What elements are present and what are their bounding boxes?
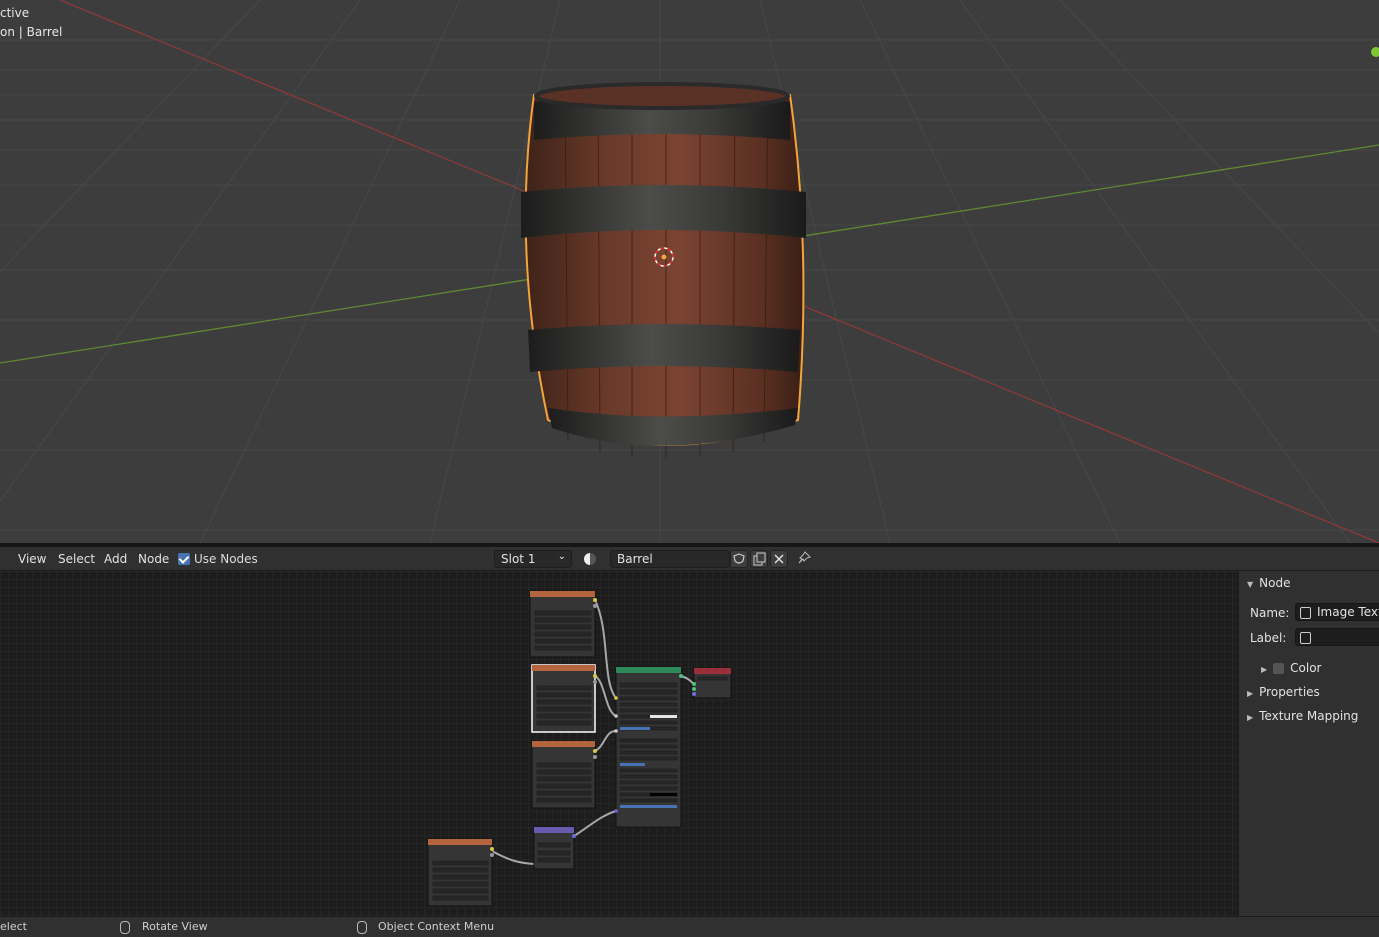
material-output-node (692, 667, 732, 699)
mouse-right-icon (357, 921, 367, 934)
node-panel-header[interactable]: ▼ Node (1247, 576, 1290, 590)
image-texture-node-4 (427, 838, 494, 907)
status-context-hint: Object Context Menu (378, 920, 495, 933)
viewport-object-text: on | Barrel (0, 25, 63, 39)
node-menu[interactable]: Node (138, 552, 169, 566)
material-name-value: Barrel (617, 552, 653, 566)
properties-label: Properties (1259, 685, 1320, 699)
status-rotate-hint: Rotate View (142, 920, 208, 933)
node-canvas[interactable] (0, 571, 1238, 916)
slot-value: Slot 1 (501, 552, 536, 566)
pin-icon[interactable] (796, 550, 814, 568)
node-editor-header: View Select Add Node Use Nodes Slot 1 ⌄ … (0, 547, 1379, 579)
color-checkbox[interactable] (1273, 663, 1285, 674)
node-label-field[interactable] (1295, 628, 1379, 646)
label-label: Label: (1250, 631, 1287, 645)
node-name-field[interactable]: Image Textur (1295, 603, 1379, 621)
color-label: Color (1290, 661, 1322, 675)
collapse-triangle-icon: ▼ (1247, 580, 1254, 589)
texture-mapping-panel-header[interactable]: ▶ Texture Mapping (1247, 709, 1358, 723)
expand-triangle-icon: ▶ (1247, 713, 1254, 722)
fake-user-shield-icon[interactable] (730, 550, 748, 568)
slot-dropdown[interactable]: Slot 1 ⌄ (494, 550, 572, 568)
properties-panel-header[interactable]: ▶ Properties (1247, 685, 1320, 699)
expand-triangle-icon: ▶ (1247, 689, 1254, 698)
mouse-middle-icon (120, 921, 130, 934)
expand-triangle-icon: ▶ (1261, 665, 1268, 674)
node-icon (1300, 606, 1311, 619)
select-menu[interactable]: Select (58, 552, 95, 566)
chevron-down-icon: ⌄ (557, 551, 566, 562)
node-panel-title: Node (1259, 576, 1291, 590)
view-menu[interactable]: View (18, 552, 46, 566)
color-subpanel-header[interactable]: ▶ Color (1261, 661, 1322, 675)
use-nodes-toggle[interactable]: Use Nodes (178, 552, 258, 566)
unlink-close-icon[interactable] (770, 550, 788, 568)
duplicate-material-icon[interactable] (750, 550, 768, 568)
status-select-hint: elect (0, 920, 27, 933)
node-graph (427, 590, 732, 907)
node-sidebar: ▼ Node Name: Image Textur Label: ▶ Color ▶… (1238, 571, 1379, 916)
name-label: Name: (1250, 606, 1290, 620)
barrel-object[interactable] (0, 0, 1379, 543)
node-icon (1300, 631, 1311, 644)
image-texture-node-2-selected (531, 664, 597, 733)
node-name-value: Image Textur (1317, 605, 1379, 619)
viewport-mode-text: ctive (0, 6, 30, 20)
add-menu[interactable]: Add (104, 552, 127, 566)
image-texture-node-3 (531, 740, 597, 809)
3d-viewport[interactable]: ctive on | Barrel (0, 0, 1379, 543)
use-nodes-checkbox[interactable] (178, 553, 190, 565)
status-bar: elect Rotate View Object Context Menu (0, 916, 1379, 937)
image-texture-node-1 (529, 590, 597, 658)
use-nodes-label: Use Nodes (194, 552, 258, 566)
material-sphere-icon (584, 552, 596, 565)
material-name-field[interactable]: Barrel (610, 550, 730, 568)
material-browse-button[interactable]: ⌄ (578, 550, 610, 579)
principled-bsdf-node (614, 666, 683, 828)
texture-mapping-label: Texture Mapping (1259, 709, 1359, 723)
vector-node (533, 826, 576, 870)
